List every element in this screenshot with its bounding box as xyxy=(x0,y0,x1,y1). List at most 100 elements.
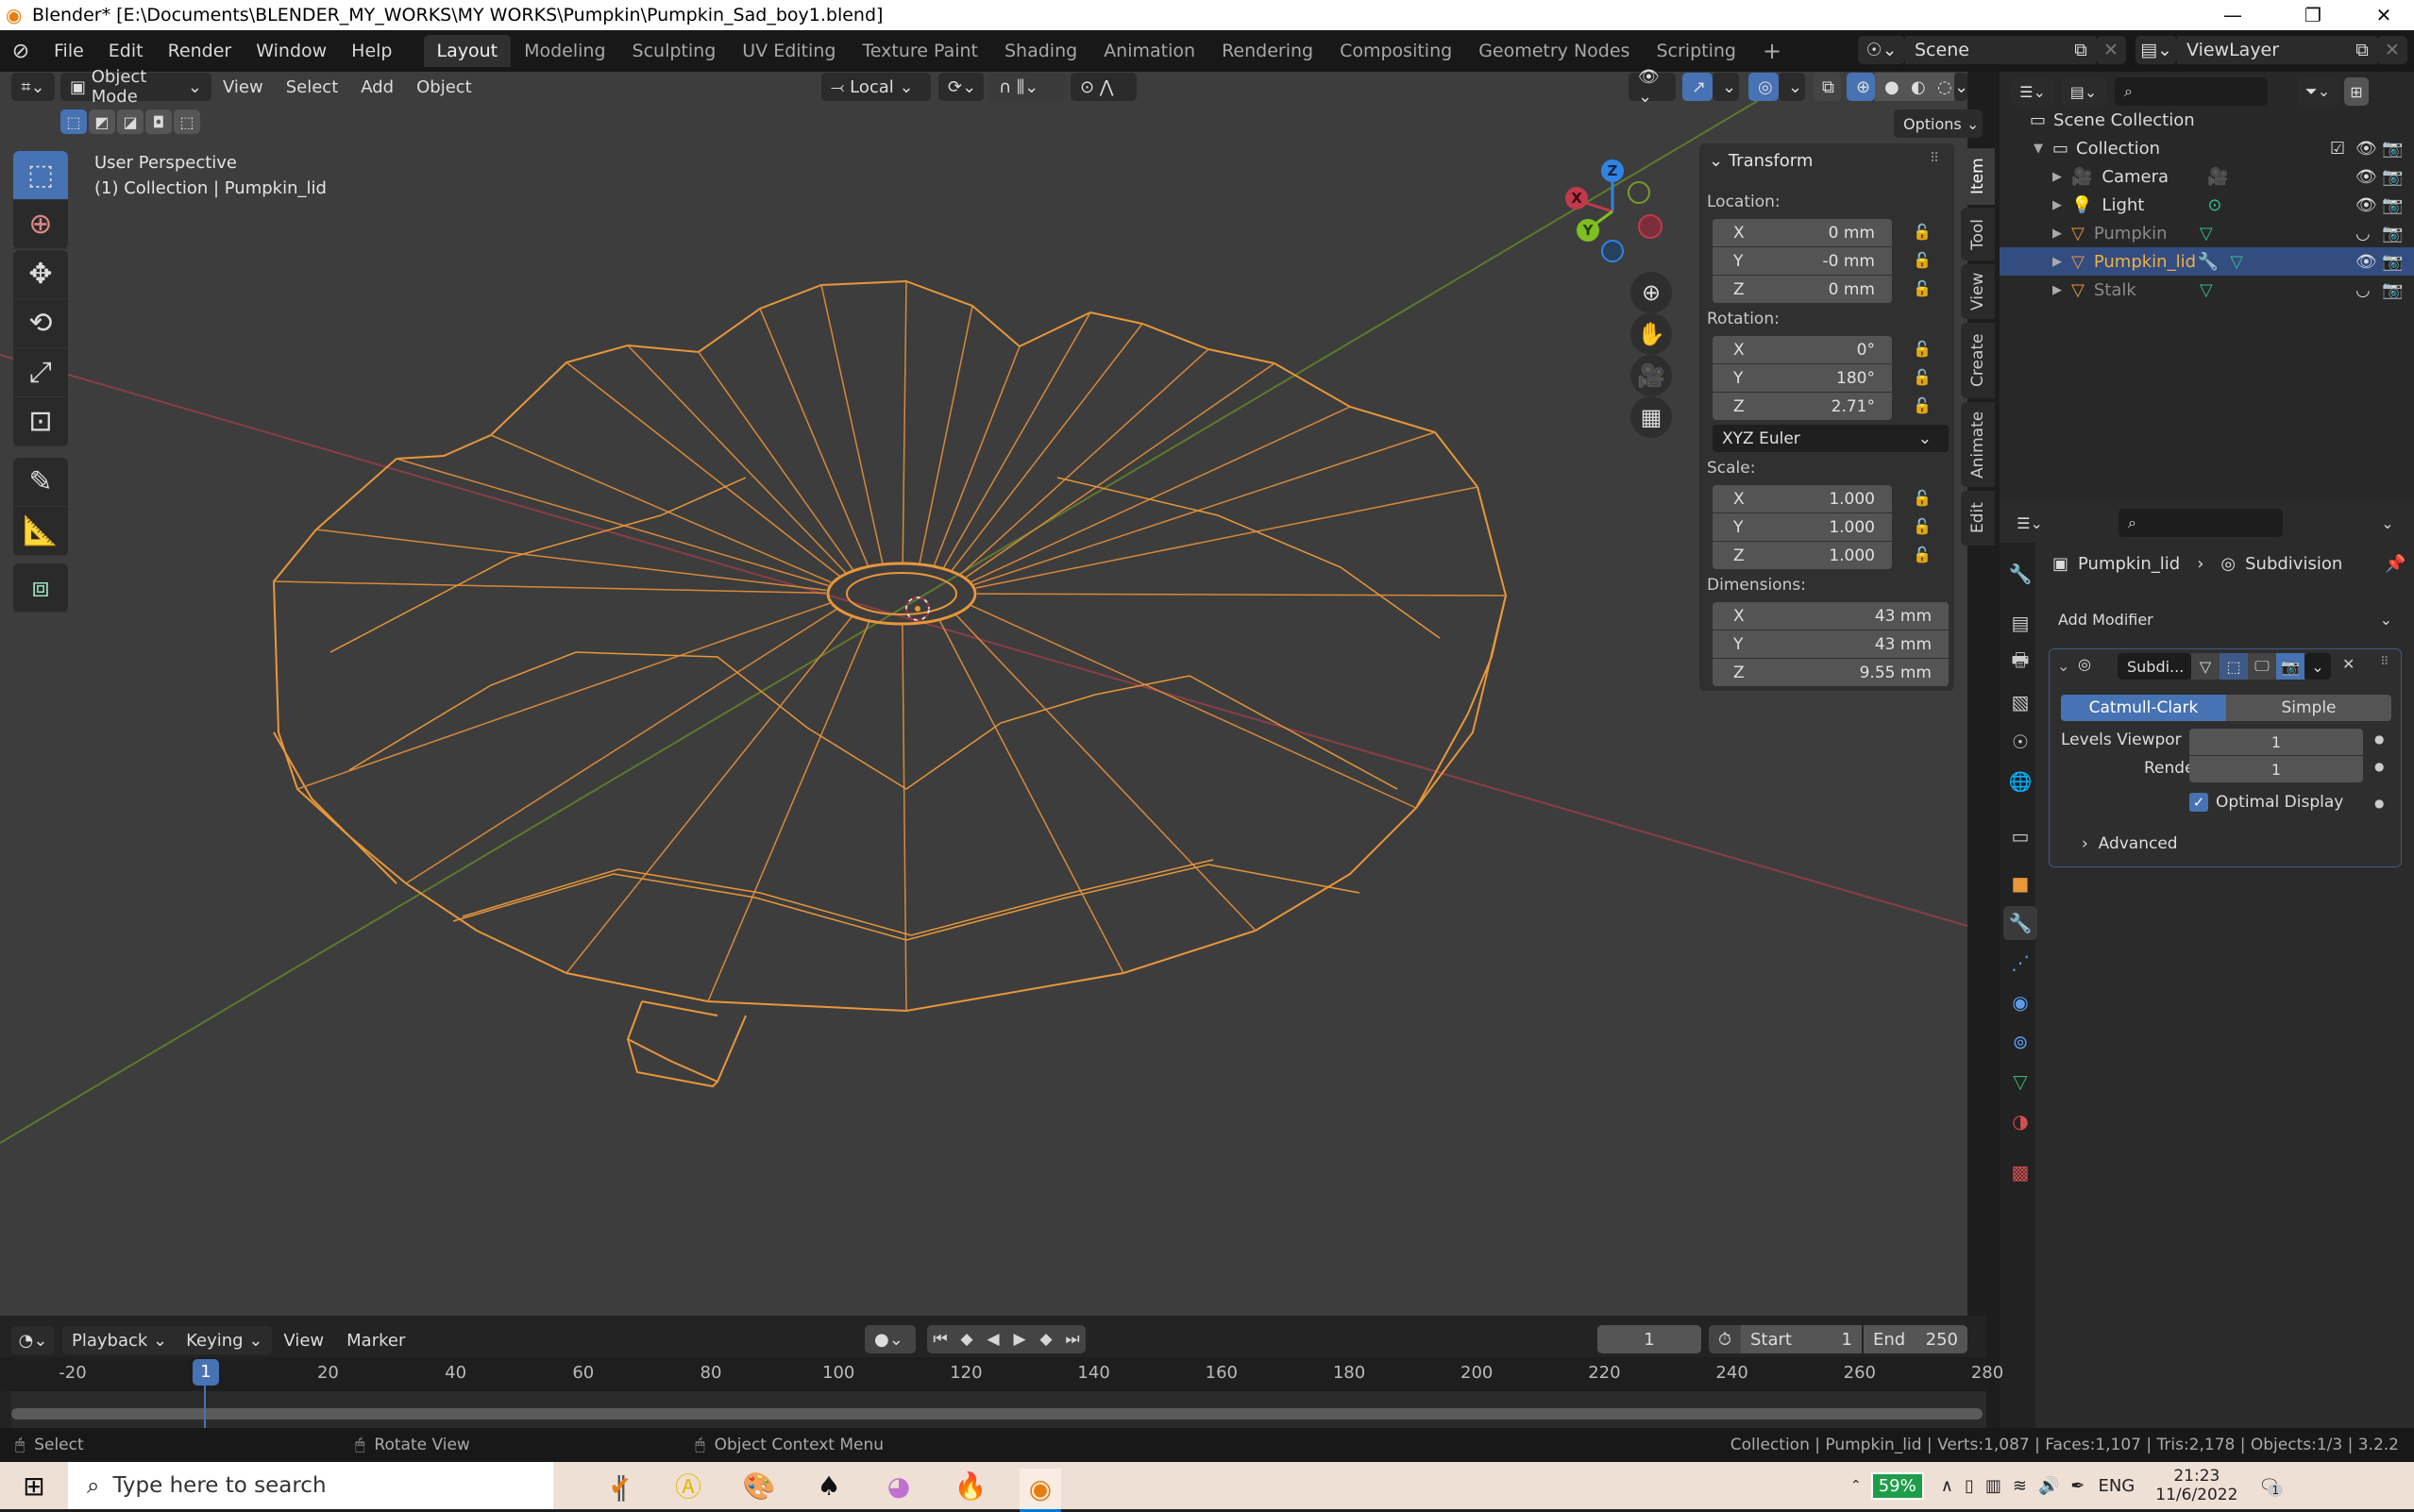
app-blender-icon[interactable]: ◉ xyxy=(1020,1469,1061,1512)
pen-icon[interactable]: ✒ xyxy=(2070,1476,2085,1496)
menu-object[interactable]: Object xyxy=(405,77,483,97)
viewport-display-toggle[interactable]: 🖵 xyxy=(2248,653,2276,680)
collapse-chevron-icon[interactable]: ⌄ xyxy=(2057,657,2069,675)
jump-start-icon[interactable]: ⏮ xyxy=(927,1325,954,1353)
menu-keying[interactable]: Keying ⌄ xyxy=(177,1326,273,1354)
add-modifier-dropdown[interactable]: Add Modifier ⌄ xyxy=(2049,605,2402,633)
scene-type-icon[interactable]: ☉⌄ xyxy=(1858,36,1905,64)
delete-scene-icon[interactable]: ✕ xyxy=(2096,36,2126,64)
outliner-display-mode[interactable]: ☰⌄ xyxy=(2011,77,2054,106)
dimensions-z-field[interactable]: Z 9.55 mm xyxy=(1713,659,1949,686)
notification-center-icon[interactable]: 🗨1 xyxy=(2258,1476,2284,1497)
type-catmull-clark[interactable]: Catmull-Clark xyxy=(2061,695,2226,721)
expand-arrow-icon[interactable]: ▶ xyxy=(2052,255,2071,269)
app-aimp-icon[interactable]: Ⓐ xyxy=(667,1469,709,1503)
current-frame-field[interactable]: 1 xyxy=(1597,1325,1701,1353)
close-button[interactable]: ✕ xyxy=(2351,0,2414,30)
tab-output-properties[interactable]: 🖶 xyxy=(2003,646,2037,680)
menu-window[interactable]: Window xyxy=(244,41,339,61)
dimensions-y-field[interactable]: Y 43 mm xyxy=(1713,630,1949,658)
new-collection-button[interactable]: ⊞ xyxy=(2344,77,2369,106)
rotation-y-field[interactable]: Y 180° xyxy=(1713,364,1892,392)
tab-geometry-nodes[interactable]: Geometry Nodes xyxy=(1465,35,1643,67)
eye-closed-icon[interactable]: ◡ xyxy=(2355,224,2371,244)
tool-select-box[interactable]: ⬚ xyxy=(13,151,68,200)
menu-select[interactable]: Select xyxy=(275,77,350,97)
eye-icon[interactable]: 👁 xyxy=(2355,252,2377,272)
menu-playback[interactable]: Playback ⌄ xyxy=(62,1326,177,1354)
eye-icon[interactable]: 👁 xyxy=(2355,139,2377,159)
expand-arrow-icon[interactable]: ▼ xyxy=(2034,142,2052,156)
scale-z-field[interactable]: Z 1.000 xyxy=(1713,542,1892,569)
menu-edit[interactable]: Edit xyxy=(96,41,156,61)
expand-arrow-icon[interactable]: ▶ xyxy=(2052,227,2071,241)
render-camera-icon[interactable]: 📷 xyxy=(2382,252,2403,272)
play-reverse-icon[interactable]: ◀ xyxy=(980,1325,1006,1353)
select-subtract-button[interactable]: ◪ xyxy=(117,109,143,134)
clock[interactable]: 21:23 11/6/2022 xyxy=(2155,1467,2237,1504)
outliner-item[interactable]: ▶ 🎥 Camera 🎥 👁 📷 xyxy=(2000,162,2414,191)
keyframe-dot-icon[interactable]: ● xyxy=(2374,797,2384,810)
sidebar-tab-create[interactable]: Create xyxy=(1961,323,1995,398)
play-icon[interactable]: ▶ xyxy=(1006,1325,1033,1353)
menu-view[interactable]: View xyxy=(272,1331,335,1351)
render-camera-icon[interactable]: 📷 xyxy=(2382,224,2403,244)
tab-data-properties[interactable]: ▽ xyxy=(2003,1065,2037,1099)
tool-transform[interactable]: ⊡ xyxy=(13,397,68,446)
remove-modifier-icon[interactable]: ✕ xyxy=(2342,655,2355,673)
maximize-button[interactable]: ❐ xyxy=(2280,0,2346,30)
tab-shading[interactable]: Shading xyxy=(991,35,1090,67)
tool-cursor[interactable]: ⊕ xyxy=(13,200,68,249)
outliner-item[interactable]: ▶ ▽ Pumpkin_lid 🔧 ▽ 👁 📷 xyxy=(2000,247,2414,276)
add-workspace-button[interactable]: + xyxy=(1749,32,1795,70)
tab-tool-properties[interactable]: 🔧 xyxy=(2003,557,2037,591)
minimize-button[interactable]: — xyxy=(2200,0,2266,30)
expand-arrow-icon[interactable]: ▶ xyxy=(2052,170,2071,184)
dimensions-x-field[interactable]: X 43 mm xyxy=(1713,602,1949,630)
edit-mode-toggle[interactable]: ▽ xyxy=(2191,653,2220,680)
menu-view[interactable]: View xyxy=(211,77,275,97)
timeline-ruler[interactable] xyxy=(0,1357,1986,1391)
rotation-z-field[interactable]: Z 2.71° xyxy=(1713,393,1892,420)
tab-particle-properties[interactable]: ⋰ xyxy=(2003,946,2037,980)
rotation-x-field[interactable]: X 0° xyxy=(1713,336,1892,363)
wifi-icon[interactable]: ≋ xyxy=(2013,1476,2027,1496)
tab-view-layer-properties[interactable]: ▧ xyxy=(2003,685,2037,719)
render-levels-field[interactable]: 1 xyxy=(2189,756,2363,782)
next-keyframe-icon[interactable]: ◆ xyxy=(1033,1325,1059,1353)
levels-viewport-field[interactable]: 1 xyxy=(2189,729,2363,755)
transform-panel-header[interactable]: ⌄ Transform xyxy=(1709,151,1813,171)
scene-selector[interactable]: Scene xyxy=(1905,36,2066,64)
drag-handle-icon[interactable]: ⠿ xyxy=(1930,151,1939,166)
tab-uv-editing[interactable]: UV Editing xyxy=(729,35,849,67)
checkbox-icon[interactable]: ☑ xyxy=(2330,139,2345,159)
properties-search-input[interactable]: ⌕ xyxy=(2119,509,2283,537)
end-frame-field[interactable]: End 250 xyxy=(1864,1325,1967,1353)
location-y-field[interactable]: Y -0 mm xyxy=(1713,247,1892,275)
selectability-button[interactable]: 👁⌄ xyxy=(1629,67,1676,107)
scale-x-field[interactable]: X 1.000 xyxy=(1713,485,1892,512)
object-data-icon[interactable]: ▽ xyxy=(2200,224,2213,244)
timeline-track-area[interactable] xyxy=(11,1391,1986,1428)
shading-rendered[interactable]: ◌ xyxy=(1928,73,1954,101)
outliner-search-input[interactable]: ⌕ xyxy=(2115,77,2268,106)
render-camera-icon[interactable]: 📷 xyxy=(2382,139,2403,159)
tool-add-cube[interactable]: ⧈ xyxy=(13,563,68,613)
menu-file[interactable]: File xyxy=(42,41,96,61)
pan-view-button[interactable]: ✋ xyxy=(1630,313,1672,355)
expand-arrow-icon[interactable]: ▶ xyxy=(2052,198,2071,212)
outliner-item[interactable]: ▶ 💡 Light ⊙ 👁 📷 xyxy=(2000,191,2414,219)
tab-world-properties[interactable]: 🌐 xyxy=(2003,764,2037,798)
sidebar-tab-view[interactable]: View xyxy=(1961,264,1995,319)
app-inkscape-icon[interactable]: ♠ xyxy=(808,1469,850,1503)
lock-icon[interactable]: 🔓 xyxy=(1913,489,1932,507)
outliner-item[interactable]: ▶ ▽ Stalk ▽ ◡ 📷 xyxy=(2000,276,2414,304)
menu-help[interactable]: Help xyxy=(339,41,404,61)
view-layer-icon[interactable]: ▤⌄ xyxy=(2135,36,2177,64)
eye-closed-icon[interactable]: ◡ xyxy=(2355,280,2371,300)
type-simple[interactable]: Simple xyxy=(2226,695,2391,721)
tool-rotate[interactable]: ⟲ xyxy=(13,299,68,348)
overlays-dropdown[interactable]: ⌄ xyxy=(1779,73,1805,101)
tab-modifier-properties[interactable]: 🔧 xyxy=(2003,906,2037,940)
tab-scene-properties[interactable]: ☉ xyxy=(2003,725,2037,759)
